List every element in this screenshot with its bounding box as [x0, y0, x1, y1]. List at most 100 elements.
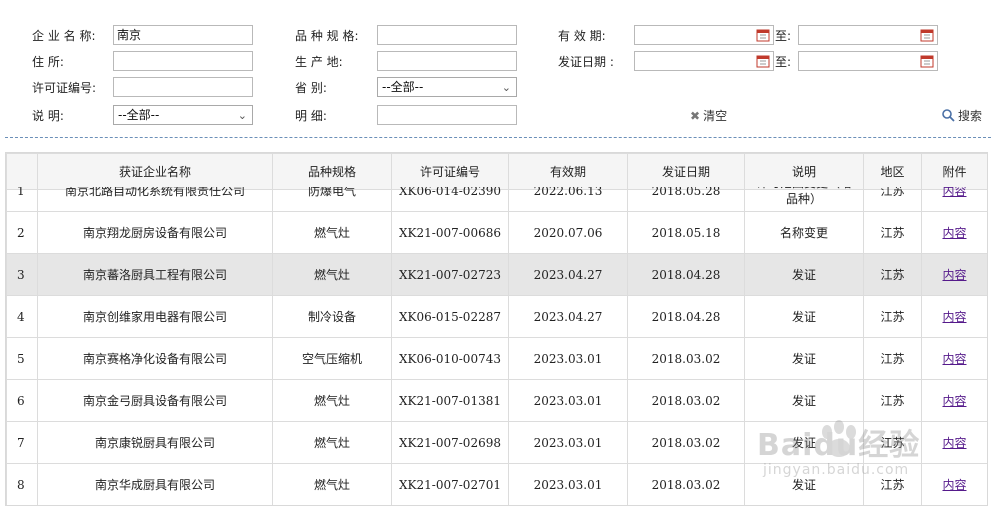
attachment-link[interactable]: 内容	[942, 268, 966, 282]
cell-region: 江苏	[863, 421, 922, 464]
production-input[interactable]	[377, 51, 517, 71]
detail-input[interactable]	[377, 105, 517, 125]
cell-valid: 2023.03.01	[508, 421, 628, 464]
company-name-input[interactable]: 南京	[113, 25, 253, 45]
cell-company: 南京北路自动化系统有限责任公司	[37, 187, 273, 212]
validity-label: 有 效 期:	[558, 29, 606, 43]
table-row[interactable]: 7 南京康锐厨具有限公司 燃气灶 XK21-007-02698 2023.03.…	[6, 421, 987, 464]
note-label: 说 明:	[32, 109, 64, 123]
attachment-link[interactable]: 内容	[942, 310, 966, 324]
close-icon: ✖	[690, 109, 701, 123]
attachment-link[interactable]: 内容	[942, 394, 966, 408]
note-select[interactable]: --全部-- ⌄	[113, 105, 253, 125]
cell-company: 南京赛格净化设备有限公司	[37, 337, 273, 380]
cell-valid: 2023.04.27	[508, 253, 628, 296]
license-no-input[interactable]	[113, 77, 253, 97]
row-index: 8	[6, 463, 38, 505]
column-header[interactable]: 品种规格	[272, 153, 392, 190]
column-header[interactable]: 说明	[744, 153, 864, 190]
table-row[interactable]: 6 南京金弓厨具设备有限公司 燃气灶 XK21-007-01381 2023.0…	[6, 379, 987, 422]
clear-button[interactable]: ✖ 清空	[690, 107, 727, 124]
cell-license: XK06-010-00743	[391, 337, 509, 380]
cell-company: 南京翔龙厨房设备有限公司	[37, 211, 273, 254]
chevron-down-icon: ⌄	[501, 81, 511, 94]
cell-license: XK21-007-00686	[391, 211, 509, 254]
cell-note: 发证	[744, 337, 864, 380]
cell-region: 江苏	[863, 211, 922, 254]
column-header[interactable]: 许可证编号	[391, 153, 509, 190]
detail-label: 明 细:	[295, 109, 327, 123]
attachment-link[interactable]: 内容	[942, 478, 966, 492]
attachment-link[interactable]: 内容	[942, 187, 966, 198]
cell-note: 发证	[744, 421, 864, 464]
cell-note: 许可范围变更（增品种）	[744, 187, 864, 212]
cell-company: 南京康锐厨具有限公司	[37, 421, 273, 464]
calendar-icon[interactable]	[756, 54, 770, 68]
province-label: 省 别:	[295, 81, 327, 95]
province-select-value: --全部--	[382, 80, 424, 94]
table-row[interactable]: 4 南京创维家用电器有限公司 制冷设备 XK06-015-02287 2023.…	[6, 295, 987, 338]
calendar-icon[interactable]	[920, 54, 934, 68]
cell-valid: 2023.04.27	[508, 295, 628, 338]
column-header[interactable]: 地区	[863, 153, 922, 190]
cell-region: 江苏	[863, 337, 922, 380]
cell-region: 江苏	[863, 295, 922, 338]
table-row[interactable]: 2 南京翔龙厨房设备有限公司 燃气灶 XK21-007-00686 2020.0…	[6, 211, 987, 254]
issue-date-start-input[interactable]	[634, 51, 774, 71]
column-header-index	[6, 153, 38, 190]
row-index: 2	[6, 211, 38, 254]
results-table: 获证企业名称 品种规格 许可证编号 有效期 发证日期 说明 地区 附件 1 南京…	[5, 152, 988, 506]
cell-company: 南京金弓厨具设备有限公司	[37, 379, 273, 422]
cell-issued: 2018.03.02	[627, 421, 745, 464]
cell-valid: 2023.03.01	[508, 463, 628, 505]
search-button[interactable]: 搜索	[941, 107, 982, 124]
issue-date-to-label: 至:	[775, 55, 792, 69]
province-select[interactable]: --全部-- ⌄	[377, 77, 517, 97]
column-header[interactable]: 有效期	[508, 153, 628, 190]
calendar-icon[interactable]	[920, 28, 934, 42]
cell-attach: 内容	[921, 211, 987, 254]
cell-note: 名称变更	[744, 211, 864, 254]
issue-date-end-input[interactable]	[798, 51, 938, 71]
license-no-label: 许可证编号:	[32, 81, 97, 95]
cell-note: 发证	[744, 253, 864, 296]
column-header[interactable]: 获证企业名称	[37, 153, 273, 190]
cell-issued: 2018.03.02	[627, 379, 745, 422]
cell-issued: 2018.04.28	[627, 295, 745, 338]
column-header[interactable]: 附件	[921, 153, 987, 190]
row-index: 4	[6, 295, 38, 338]
calendar-icon[interactable]	[756, 28, 770, 42]
search-form: 企 业 名 称: 南京 品 种 规 格: 有 效 期: 至: 住 所: 生 产 …	[0, 0, 991, 135]
attachment-link[interactable]: 内容	[942, 352, 966, 366]
results-table-header: 获证企业名称 品种规格 许可证编号 有效期 发证日期 说明 地区 附件	[6, 153, 987, 190]
address-label: 住 所:	[32, 55, 64, 69]
cell-spec: 燃气灶	[272, 253, 392, 296]
cell-note: 发证	[744, 379, 864, 422]
cell-attach: 内容	[921, 421, 987, 464]
cell-spec: 燃气灶	[272, 421, 392, 464]
attachment-link[interactable]: 内容	[942, 436, 966, 450]
validity-start-input[interactable]	[634, 25, 774, 45]
cell-issued: 2018.03.02	[627, 463, 745, 505]
validity-to-label: 至:	[775, 29, 792, 43]
column-header[interactable]: 发证日期	[627, 153, 745, 190]
spec-input[interactable]	[377, 25, 517, 45]
cell-attach: 内容	[921, 463, 987, 505]
address-input[interactable]	[113, 51, 253, 71]
cell-license: XK06-014-02390	[391, 187, 509, 212]
clear-button-label: 清空	[703, 109, 728, 123]
table-row[interactable]: 1 南京北路自动化系统有限责任公司 防爆电气 XK06-014-02390 20…	[6, 187, 987, 212]
cell-spec: 防爆电气	[272, 187, 392, 212]
attachment-link[interactable]: 内容	[942, 226, 966, 240]
row-index: 1	[6, 187, 38, 212]
table-row[interactable]: 5 南京赛格净化设备有限公司 空气压缩机 XK06-010-00743 2023…	[6, 337, 987, 380]
table-body-viewport: 1 南京北路自动化系统有限责任公司 防爆电气 XK06-014-02390 20…	[6, 187, 987, 505]
table-row-highlighted[interactable]: 3 南京蕃洛厨具工程有限公司 燃气灶 XK21-007-02723 2023.0…	[6, 253, 987, 296]
row-index: 7	[6, 421, 38, 464]
cell-valid: 2020.07.06	[508, 211, 628, 254]
validity-end-input[interactable]	[798, 25, 938, 45]
row-index: 5	[6, 337, 38, 380]
table-row[interactable]: 8 南京华成厨具有限公司 燃气灶 XK21-007-02701 2023.03.…	[6, 463, 987, 505]
row-index: 3	[6, 253, 38, 296]
cell-issued: 2018.04.28	[627, 253, 745, 296]
